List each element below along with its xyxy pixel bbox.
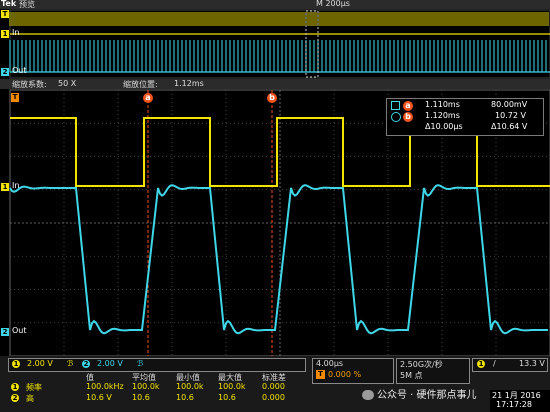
time-div-readout: 4.00μs [316, 359, 344, 368]
waveform-display [9, 9, 550, 357]
measure-row2-stddev: 0.000 [262, 393, 285, 402]
horizontal-panel[interactable]: 4.00μs T 0.000 % [312, 358, 394, 384]
ch1-scale: 2.00 V [27, 359, 53, 368]
datetime-panel: 21 1月 2016 17:17:28 [490, 390, 550, 412]
cursor-b-marker[interactable]: b [267, 93, 277, 103]
overview-ch1-label: In [12, 28, 20, 37]
oscilloscope-screen: Tek 预览 M 200μs 缩放系数: 50 X 缩放位置: 1.12ms T… [0, 0, 550, 412]
trigger-source-chip: 1 [477, 360, 485, 368]
cursor-b-circle-icon [391, 112, 401, 122]
channel-scale-panel[interactable]: 1 2.00 V ℬ 2 2.00 V ℬ [8, 358, 306, 372]
ch1-bandwidth-icon: ℬ [67, 359, 74, 368]
measure-row1-max: 100.0k [218, 382, 246, 391]
measure-row1-chip: 1 [11, 383, 19, 391]
wechat-icon [362, 390, 374, 400]
measure-row2-name: 高 [26, 394, 34, 403]
watermark: 公众号 · 硬件那点事儿 [362, 386, 477, 401]
trigger-panel[interactable]: 1 / 13.3 V [472, 358, 548, 372]
overview-ch1-marker[interactable]: 1 [1, 30, 9, 38]
cursor-a-square-icon [391, 101, 400, 110]
measure-row1-stddev: 0.000 [262, 382, 285, 391]
ch2-scale-chip: 2 [82, 360, 90, 368]
measure-row1-mean: 100.0k [132, 382, 160, 391]
ch2-label: Out [12, 326, 27, 335]
watermark-text: 公众号 · 硬件那点事儿 [377, 390, 477, 401]
measure-row2-chip: 2 [11, 394, 19, 402]
overview-trigger-marker[interactable]: T [1, 10, 9, 18]
measure-row1-name: 频率 [26, 383, 42, 392]
ch1-ground-marker[interactable]: 1 [1, 183, 9, 191]
overview-ch2-marker[interactable]: 2 [1, 68, 9, 76]
cursor-b-time: 1.120ms [425, 111, 460, 120]
cursor-a-time: 1.110ms [425, 100, 460, 109]
ch1-label: In [12, 181, 20, 190]
overview-ch1-trace [9, 12, 549, 26]
horizontal-trigger-icon: T [316, 370, 325, 379]
time-offset-readout: 0.000 % [328, 370, 362, 379]
record-length-readout: 5M 点 [400, 371, 423, 380]
measure-row2-value: 10.6 V [86, 393, 112, 402]
measurement-table[interactable]: 值 平均值 最小值 最大值 标准差 1 频率 100.0kHz 100.0k 1… [8, 372, 304, 410]
measure-row2-max: 10.6 [218, 393, 236, 402]
cursor-delta-voltage: Δ10.64 V [491, 122, 528, 131]
time-readout: 17:17:28 [496, 400, 532, 409]
measure-row2-mean: 10.6 [132, 393, 150, 402]
sample-rate-readout: 2.50G次/秒 [400, 360, 443, 369]
trigger-slope-icon: / [493, 359, 496, 368]
ch1-scale-chip: 1 [12, 360, 20, 368]
overview-ch2-trace [9, 40, 547, 72]
measure-row2-min: 10.6 [176, 393, 194, 402]
cursor-a-readout-chip: a [403, 101, 413, 111]
overview-ch2-label: Out [12, 66, 27, 75]
measure-row1-value: 100.0kHz [86, 382, 124, 391]
cursor-a-marker[interactable]: a [143, 93, 153, 103]
trigger-level-readout: 13.3 V [519, 359, 545, 368]
ch2-ground-marker[interactable]: 2 [1, 328, 9, 336]
cursor-a-value: 80.00mV [491, 100, 528, 109]
cursor-b-readout-chip: b [403, 112, 413, 122]
cursor-delta-time: Δ10.00μs [425, 122, 463, 131]
ch2-scale: 2.00 V [97, 359, 123, 368]
ch2-bandwidth-icon: ℬ [137, 359, 144, 368]
trigger-position-marker[interactable]: T [11, 93, 19, 102]
cursor-readout-panel: a 1.110ms 80.00mV b 1.120ms 10.72 V Δ10.… [386, 98, 544, 136]
cursor-b-value: 10.72 V [495, 111, 526, 120]
measure-row1-min: 100.0k [176, 382, 204, 391]
acquisition-panel[interactable]: 2.50G次/秒 5M 点 [396, 358, 470, 384]
